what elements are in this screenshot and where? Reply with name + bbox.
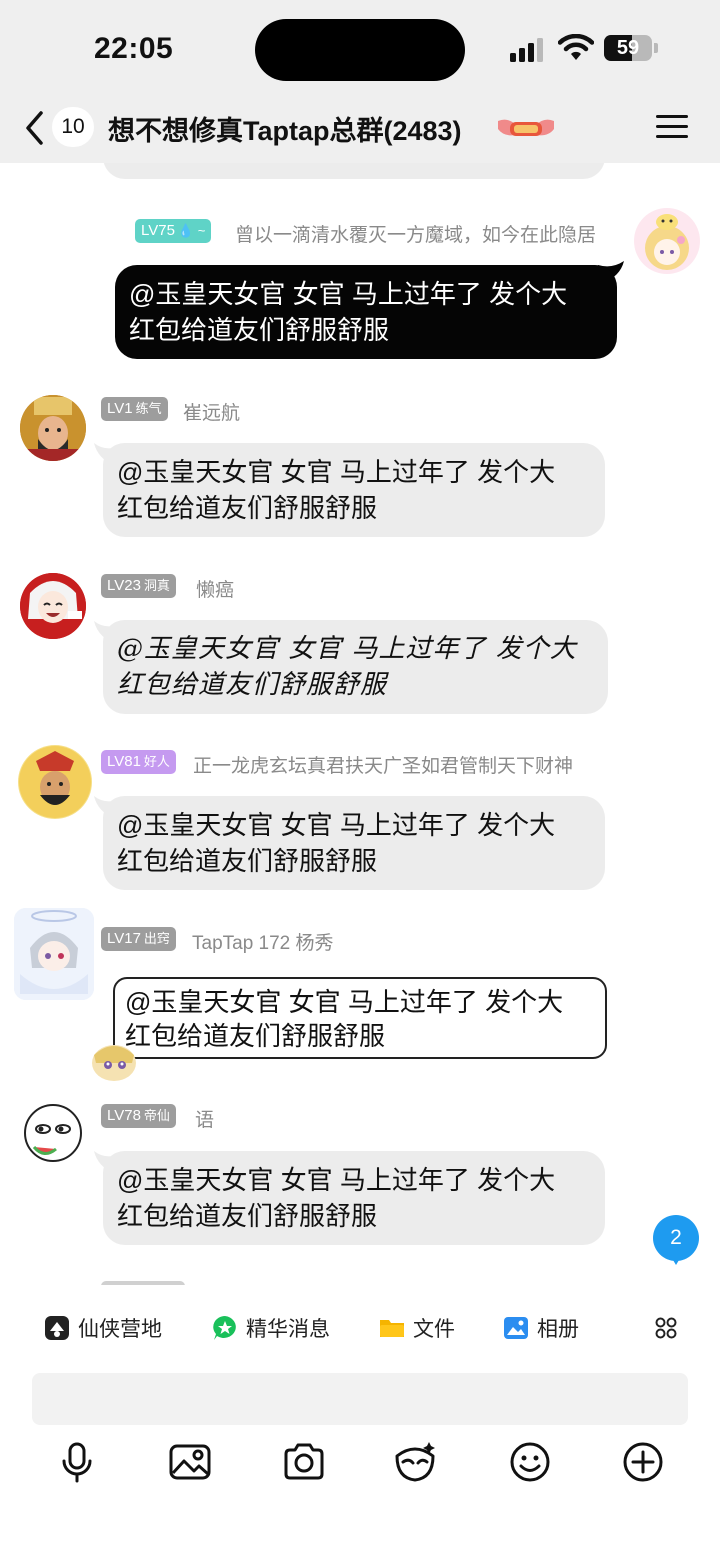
previous-message-bubble [103,163,605,179]
message-text-line: @玉皇天女官 女官 马上过年了 发个大 [117,1165,556,1195]
nickname[interactable]: TapTap 172 杨秀 [192,928,334,955]
avatar[interactable] [634,208,700,274]
nickname[interactable]: 懒癌 [196,575,234,602]
quick-item-album[interactable]: 相册 [503,1313,579,1343]
message-text-line: 红包给道友们舒服舒服 [117,493,378,523]
message-bubble[interactable]: @玉皇天女官 女官 马上过年了 发个大 红包给道友们舒服舒服 [103,620,608,714]
message-text-line: @玉皇天女官 女官 马上过年了 发个大 [117,457,556,487]
quick-access-bar: 仙侠营地 精华消息 文件 相册 [0,1285,720,1365]
message-text-line: @玉皇天女官 女官 马上过年了 发个大 [129,279,568,309]
battery-nub [654,43,658,53]
menu-button[interactable] [656,113,690,141]
plus-icon[interactable] [621,1440,665,1484]
message-text-line: 红包给道友们舒服舒服 [117,846,378,876]
emoji-icon[interactable] [508,1440,552,1484]
level-badge: LV23 洞真 [101,574,176,598]
input-toolbar [0,1440,720,1500]
cellular-signal-icon [510,38,548,62]
message-bubble[interactable]: @玉皇天女官 女官 马上过年了 发个大 红包给道友们舒服舒服 [103,1151,605,1245]
message-text-line: 红包给道友们舒服舒服 [117,1201,378,1231]
group-badge-icon [498,119,554,136]
avatar[interactable] [20,573,86,639]
folder-icon [380,1320,404,1337]
quick-item-label: 仙侠营地 [78,1318,162,1341]
new-message-badge[interactable]: 2 [653,1215,699,1261]
chat-messages[interactable]: LV75 💧 ~ 曾以一滴清水覆灭一方魔域，如今在此隐居 @玉皇天女官 女官 马上… [0,163,720,1285]
message-text-line: @玉皇天女官 女官 马上过年了 发个大 [117,810,556,840]
quick-item-label: 相册 [537,1318,579,1341]
message-text-line: @玉皇天女官 女官 马上过年了 发个大 [117,634,577,664]
sticker-icon[interactable] [393,1440,437,1484]
battery-percent: 59 [616,37,640,59]
quick-item-files[interactable]: 文件 [379,1313,455,1343]
level-badge: LV78 帝仙 [101,1104,176,1128]
camp-icon [45,1316,69,1340]
message-bubble[interactable]: @玉皇天女官 女官 马上过年了 发个大 红包给道友们舒服舒服 [113,977,607,1059]
avatar[interactable] [14,908,94,1000]
nickname[interactable]: 曾以一滴清水覆灭一方魔域，如今在此隐居 [235,220,596,247]
quick-item-label: 文件 [413,1318,455,1341]
album-icon [504,1317,528,1339]
battery-icon: 59 [604,35,652,61]
level-badge: LV81 好人 [101,750,176,774]
camera-icon[interactable] [282,1440,326,1484]
level-badge: LV1 练气 [101,397,168,421]
wifi-icon [558,34,594,60]
status-time: 22:05 [94,32,174,65]
message-text-line: 红包给道友们舒服舒服 [129,315,390,345]
avatar[interactable] [20,395,86,461]
group-title[interactable]: 想不想修真Taptap总群(2483) [108,109,462,148]
image-icon[interactable] [168,1440,212,1484]
quick-item-camp[interactable]: 仙侠营地 [44,1313,162,1343]
nickname[interactable]: 正一龙虎玄坛真君扶天广圣如君管制天下财神 [193,751,573,778]
quick-item-highlights[interactable]: 精华消息 [212,1313,330,1343]
bubble-decoration-icon [92,1045,136,1081]
message-text-line: @玉皇天女官 女官 马上过年了 发个大 [125,987,564,1017]
unread-count-badge[interactable]: 10 [52,107,94,147]
level-badge: LV17 出窍 [101,927,176,951]
highlight-icon [213,1316,236,1340]
message-input[interactable] [32,1373,688,1425]
dynamic-island [255,19,465,81]
back-button[interactable] [20,109,50,147]
microphone-icon[interactable] [55,1440,99,1484]
avatar[interactable] [18,745,92,819]
message-bubble[interactable]: @玉皇天女官 女官 马上过年了 发个大 红包给道友们舒服舒服 [103,443,605,537]
chat-header: 10 想不想修真Taptap总群(2483) [0,95,720,163]
message-text-line: 红包给道友们舒服舒服 [117,670,388,700]
quick-item-label: 精华消息 [246,1318,330,1341]
avatar[interactable] [22,1103,84,1165]
nickname[interactable]: 崔远航 [183,398,240,425]
more-apps-icon[interactable] [655,1317,677,1339]
message-bubble[interactable]: @玉皇天女官 女官 马上过年了 发个大 红包给道友们舒服舒服 [103,796,605,890]
message-bubble[interactable]: @玉皇天女官 女官 马上过年了 发个大 红包给道友们舒服舒服 [115,265,617,359]
nickname[interactable]: 语 [195,1105,214,1132]
message-text-line: 红包给道友们舒服舒服 [125,1021,386,1051]
level-badge: LV75 💧 ~ [135,219,212,243]
status-bar: 22:05 59 [0,0,720,95]
